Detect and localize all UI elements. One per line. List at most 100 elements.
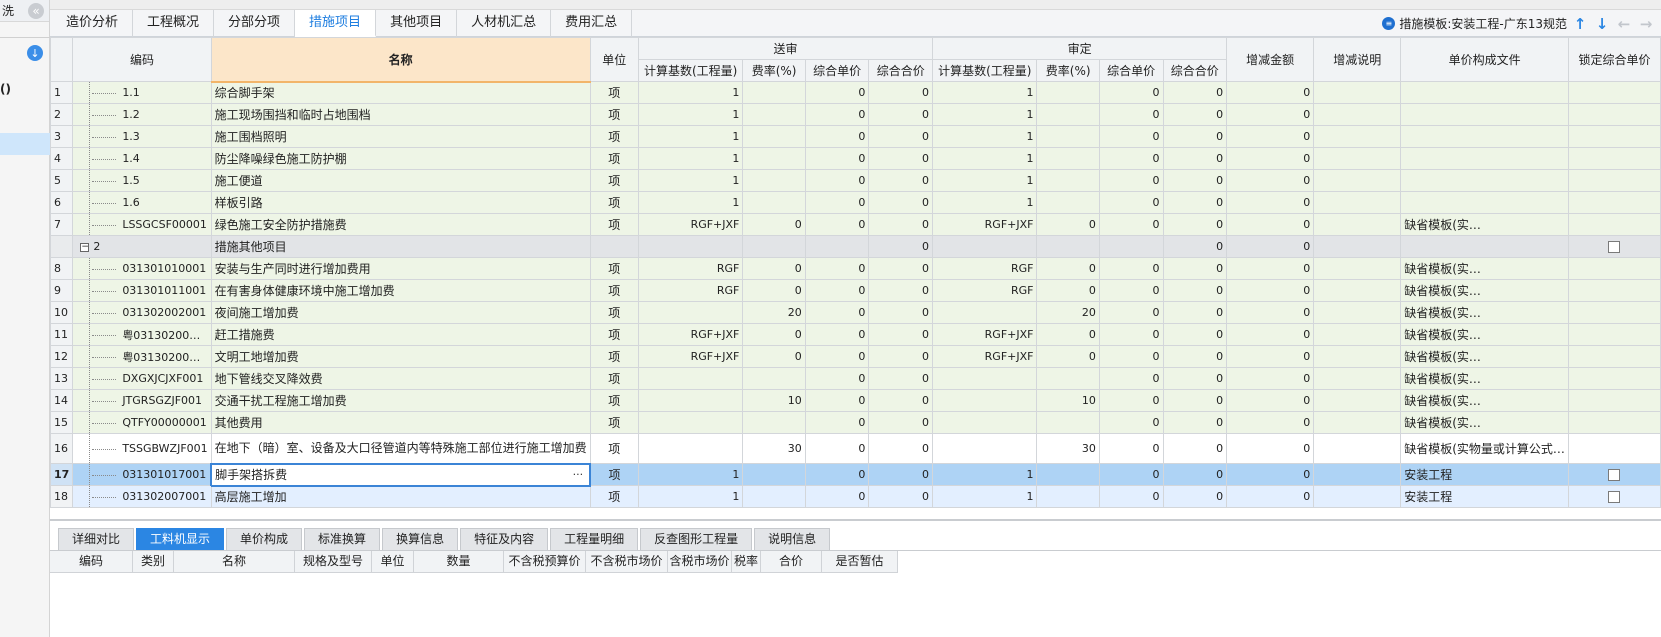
sent-unit-price-cell[interactable]: 0 (804, 191, 870, 214)
sent-rate-cell[interactable]: 0 (742, 279, 806, 302)
diff-note-cell[interactable] (1313, 323, 1402, 346)
sent-unit-price-cell[interactable]: 0 (804, 301, 870, 324)
bcol-code[interactable]: 编码 (50, 551, 133, 573)
sent-base-cell[interactable]: 1 (637, 125, 744, 148)
code-cell[interactable]: 031302007001 (72, 485, 212, 508)
unit-cell[interactable]: 项 (589, 213, 639, 236)
diff-amount-cell[interactable]: 0 (1226, 213, 1315, 236)
sent-unit-price-cell[interactable]: 0 (804, 411, 870, 434)
sent-total-cell[interactable]: 0 (868, 257, 934, 280)
table-row[interactable]: 5 1.5 施工便道项 1 0 0 1 0 0 0 (50, 169, 1661, 192)
unit-cell[interactable]: 项 (589, 485, 639, 508)
unit-cell[interactable]: 项 (589, 301, 639, 324)
unit-cell[interactable] (589, 235, 639, 258)
lock-price-cell[interactable] (1567, 257, 1661, 280)
approved-base-cell[interactable]: 1 (932, 463, 1038, 486)
bcol-market-price[interactable]: 不含税市场价 (586, 551, 668, 573)
price-file-cell[interactable] (1400, 147, 1569, 170)
sent-base-cell[interactable] (637, 235, 744, 258)
approved-rate-cell[interactable]: 0 (1036, 279, 1100, 302)
sent-total-cell[interactable]: 0 (868, 191, 934, 214)
sent-rate-cell[interactable]: 0 (742, 345, 806, 368)
sent-total-cell[interactable]: 0 (868, 485, 934, 508)
approved-rate-cell[interactable] (1036, 103, 1100, 126)
sent-base-cell[interactable]: 1 (637, 485, 744, 508)
header-sent-unit-price[interactable]: 综合单价 (804, 59, 870, 82)
diff-note-cell[interactable] (1313, 103, 1402, 126)
btab-notes[interactable]: 说明信息 (754, 528, 831, 550)
name-cell[interactable]: 综合脚手架 (210, 81, 591, 104)
sent-base-cell[interactable]: 1 (637, 169, 744, 192)
approved-rate-cell[interactable]: 10 (1036, 389, 1100, 412)
sent-base-cell[interactable]: 1 (637, 463, 744, 486)
tab-sub-items[interactable]: 分部分项 (214, 10, 296, 37)
unit-cell[interactable]: 项 (589, 345, 639, 368)
approved-rate-cell[interactable]: 0 (1036, 323, 1100, 346)
sent-rate-cell[interactable] (742, 411, 806, 434)
approved-total-cell[interactable]: 0 (1162, 81, 1228, 104)
approved-base-cell[interactable] (932, 433, 1038, 464)
price-file-cell[interactable]: 缺省模板(实… (1400, 323, 1569, 346)
approved-rate-cell[interactable] (1036, 81, 1100, 104)
lock-price-cell[interactable] (1567, 301, 1661, 324)
approved-base-cell[interactable] (932, 235, 1038, 258)
sent-total-cell[interactable]: 0 (868, 81, 934, 104)
diff-note-cell[interactable] (1313, 213, 1402, 236)
price-file-cell[interactable] (1400, 191, 1569, 214)
approved-base-cell[interactable]: 1 (932, 485, 1038, 508)
diff-amount-cell[interactable]: 0 (1226, 235, 1315, 258)
diff-note-cell[interactable] (1313, 235, 1402, 258)
name-cell[interactable]: 交通干扰工程施工增加费 (210, 389, 591, 412)
move-right-icon[interactable]: → (1637, 15, 1655, 33)
sent-base-cell[interactable]: 1 (637, 147, 744, 170)
sent-total-cell[interactable]: 0 (868, 213, 934, 236)
sent-total-cell[interactable]: 0 (868, 169, 934, 192)
approved-unit-price-cell[interactable]: 0 (1098, 257, 1164, 280)
diff-amount-cell[interactable]: 0 (1226, 485, 1315, 508)
approved-total-cell[interactable]: 0 (1162, 147, 1228, 170)
header-approved-rate[interactable]: 费率(%) (1036, 59, 1100, 82)
approved-total-cell[interactable]: 0 (1162, 213, 1228, 236)
sent-unit-price-cell[interactable]: 0 (804, 147, 870, 170)
table-row[interactable]: 3 1.3 施工围档照明项 1 0 0 1 0 0 0 (50, 125, 1661, 148)
sent-rate-cell[interactable]: 0 (742, 213, 806, 236)
diff-amount-cell[interactable]: 0 (1226, 103, 1315, 126)
table-row[interactable]: 17 031301017001 脚手架搭拆费 ··· 项 1 0 0 1 0 0 0 安装工程 (50, 462, 1661, 487)
approved-unit-price-cell[interactable]: 0 (1098, 463, 1164, 486)
sent-unit-price-cell[interactable]: 0 (804, 389, 870, 412)
sent-total-cell[interactable]: 0 (868, 279, 934, 302)
lock-price-cell[interactable] (1567, 323, 1661, 346)
group-row[interactable]: −2 措施其他项目 0 0 0 (50, 235, 1661, 258)
header-diff-note[interactable]: 增减说明 (1313, 37, 1402, 82)
lock-checkbox[interactable] (1608, 469, 1621, 481)
diff-note-cell[interactable] (1313, 485, 1402, 508)
approved-rate-cell[interactable] (1036, 235, 1100, 258)
approved-unit-price-cell[interactable]: 0 (1098, 213, 1164, 236)
sent-total-cell[interactable]: 0 (868, 433, 934, 464)
unit-cell[interactable]: 项 (589, 103, 639, 126)
approved-total-cell[interactable]: 0 (1162, 323, 1228, 346)
collapse-toggle-icon[interactable]: − (80, 242, 90, 252)
price-file-cell[interactable]: 缺省模板(实物量或计算公式… (1400, 433, 1569, 464)
approved-total-cell[interactable]: 0 (1162, 279, 1228, 302)
code-cell[interactable]: TSSGBWZJF001 (72, 433, 212, 464)
price-file-cell[interactable]: 缺省模板(实… (1400, 213, 1569, 236)
sent-base-cell[interactable] (637, 367, 744, 390)
price-file-cell[interactable]: 缺省模板(实… (1400, 367, 1569, 390)
unit-cell[interactable]: 项 (589, 257, 639, 280)
sent-base-cell[interactable] (637, 301, 744, 324)
lock-price-cell[interactable] (1567, 367, 1661, 390)
table-row[interactable]: 12 粤03130200… 文明工地增加费项 RGF+JXF 0 0 0 RGF+JXF 0 0 0… (50, 345, 1661, 368)
row-number[interactable]: 11 (50, 323, 74, 346)
approved-rate-cell[interactable] (1036, 191, 1100, 214)
lock-price-cell[interactable] (1567, 81, 1661, 104)
price-file-cell[interactable] (1400, 103, 1569, 126)
more-options-icon[interactable]: ··· (573, 468, 584, 481)
sent-total-cell[interactable]: 0 (868, 411, 934, 434)
approved-base-cell[interactable] (932, 411, 1038, 434)
header-sent-total[interactable]: 综合合价 (868, 59, 934, 82)
code-cell[interactable]: 031302002001 (72, 301, 212, 324)
code-cell[interactable]: 粤03130200… (72, 345, 212, 368)
bcol-type[interactable]: 类别 (133, 551, 174, 573)
diff-amount-cell[interactable]: 0 (1226, 463, 1315, 486)
